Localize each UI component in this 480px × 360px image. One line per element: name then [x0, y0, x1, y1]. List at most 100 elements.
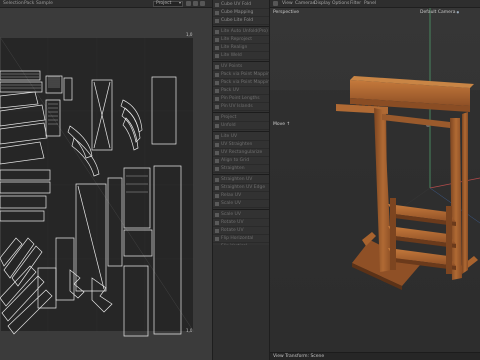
command-label: Cube UV Fold	[221, 2, 252, 7]
command-item[interactable]: Straighten UV	[213, 176, 269, 184]
command-icon	[215, 177, 219, 182]
command-item[interactable]: Cube Lite Fold	[213, 17, 269, 25]
menu-pack[interactable]: Pack	[24, 1, 34, 6]
command-icon	[215, 193, 219, 198]
menu-view[interactable]: View	[282, 1, 293, 6]
viewport-layout-icon[interactable]	[273, 1, 278, 6]
command-item[interactable]: Rotate UV	[213, 219, 269, 227]
viewport-camera-label[interactable]: Default Camera	[420, 10, 459, 15]
command-label: Cube Mapping	[221, 10, 254, 15]
menu-display[interactable]: Display	[314, 1, 331, 6]
command-label: UV Straighten	[221, 142, 253, 147]
command-icon	[215, 123, 219, 128]
uv-tool-icon[interactable]	[186, 1, 191, 6]
uv-corner-label-bottom: 1,0	[186, 328, 193, 333]
uv-editor-menubar: Selection Pack Sample Project	[0, 0, 212, 8]
viewport-canvas[interactable]	[270, 8, 480, 352]
command-separator	[213, 131, 269, 132]
command-item[interactable]: Project	[213, 114, 269, 122]
command-separator	[213, 112, 269, 113]
command-item[interactable]: Lite Auto Unfold(Pro)	[213, 28, 269, 36]
menu-sample[interactable]: Sample	[36, 1, 53, 6]
command-label: Lite Reproject	[221, 37, 253, 42]
command-item[interactable]: UV Rectangularize	[213, 149, 269, 157]
command-item[interactable]: Flip Horizontal	[213, 235, 269, 243]
uv-command-panel: Cube UV Fold Cube Mapping Cube Lite Fold Li…	[212, 0, 270, 245]
command-icon	[215, 29, 219, 34]
command-icon	[215, 158, 219, 163]
command-icon	[215, 104, 219, 109]
viewport-statusbar: View Transform: Scene	[270, 352, 480, 360]
command-label: Align to Grid	[221, 158, 250, 163]
command-label: Lite Auto Unfold(Pro)	[221, 29, 268, 34]
command-label: Unfold	[221, 123, 236, 128]
command-icon	[215, 220, 219, 225]
command-label: Pack via Point Mapping	[221, 72, 270, 77]
command-item[interactable]: Cube Mapping	[213, 9, 269, 17]
command-item[interactable]: Pin UV Islands	[213, 103, 269, 111]
command-item[interactable]: UV Straighten	[213, 141, 269, 149]
command-item[interactable]: Lite Reproject	[213, 36, 269, 44]
command-label: Scale UV	[221, 212, 241, 217]
command-icon	[215, 80, 219, 85]
command-label: UV Rectangularize	[221, 150, 263, 155]
command-label: Scale UV	[221, 201, 241, 206]
command-item[interactable]: Lite UV	[213, 133, 269, 141]
command-icon	[215, 18, 219, 23]
command-item[interactable]: Align to Grid	[213, 157, 269, 165]
command-item[interactable]: Straighten UV Edge	[213, 184, 269, 192]
command-label: Cube Lite Fold	[221, 18, 254, 23]
command-item[interactable]: Rotate UV	[213, 227, 269, 235]
command-icon	[215, 96, 219, 101]
view-transform-status: View Transform: Scene	[273, 354, 325, 359]
command-item[interactable]: Cube UV Fold	[213, 1, 269, 9]
command-label: Pack via Point Mapping	[221, 80, 270, 85]
command-separator	[213, 209, 269, 210]
uv-tool-icon[interactable]	[200, 1, 205, 6]
command-label: Straighten UV	[221, 177, 253, 182]
command-item[interactable]: Pack via Point Mapping	[213, 79, 270, 87]
command-icon	[215, 150, 219, 155]
command-label: UV Points	[221, 64, 243, 69]
menu-options[interactable]: Options	[332, 1, 349, 6]
command-icon	[215, 212, 219, 217]
viewport-projection-label[interactable]: Perspective	[273, 10, 299, 15]
menu-filter[interactable]: Filter	[350, 1, 361, 6]
command-item[interactable]: Pack UV	[213, 87, 269, 95]
menu-panel[interactable]: Panel	[364, 1, 376, 6]
command-icon	[215, 166, 219, 171]
command-item[interactable]: Unfold	[213, 122, 269, 130]
command-icon	[215, 134, 219, 139]
command-item[interactable]: Lite Realign	[213, 44, 269, 52]
uv-editor-panel: Selection Pack Sample Project ▾ 1,0 1,0	[0, 0, 212, 360]
menu-cameras[interactable]: Cameras	[295, 1, 315, 6]
rack-shelf-rail-right	[446, 206, 452, 274]
command-icon	[215, 64, 219, 69]
command-separator	[213, 26, 269, 27]
command-icon	[215, 185, 219, 190]
uv-project-dropdown[interactable]: Project	[153, 1, 183, 7]
command-item[interactable]: Scale UV	[213, 200, 269, 208]
command-item[interactable]: UV Points	[213, 63, 269, 71]
command-label: Lite UV	[221, 134, 238, 139]
command-icon	[215, 72, 219, 77]
command-item[interactable]: Scale UV	[213, 211, 269, 219]
command-icon	[215, 10, 219, 15]
command-item[interactable]: Straighten	[213, 165, 269, 173]
command-item[interactable]: Relax UV	[213, 192, 269, 200]
command-item[interactable]: Pack via Point Mapping	[213, 71, 270, 79]
command-label: Lite Realign	[221, 45, 248, 50]
menu-selection[interactable]: Selection	[3, 1, 24, 6]
command-icon	[215, 37, 219, 42]
command-separator	[213, 61, 269, 62]
command-item[interactable]: Pin Point Lengths	[213, 95, 269, 103]
command-icon	[215, 236, 219, 241]
command-icon	[215, 2, 219, 7]
uv-command-panel-empty	[212, 245, 270, 360]
uv-tool-icon[interactable]	[193, 1, 198, 6]
uv-corner-label-top: 1,0	[186, 32, 193, 37]
command-label: Pin UV Islands	[221, 104, 253, 109]
command-label: Project	[221, 115, 237, 120]
command-item[interactable]: Lite Weld	[213, 52, 269, 60]
uv-canvas[interactable]	[0, 8, 212, 360]
